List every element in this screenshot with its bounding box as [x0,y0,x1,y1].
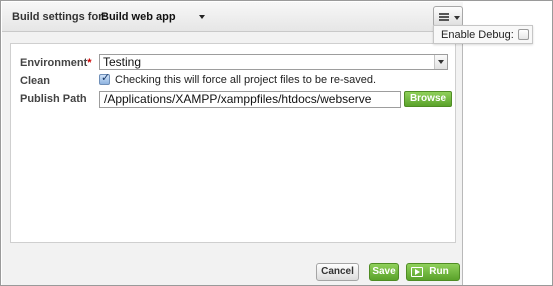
clean-checkbox[interactable]: ✓ [99,71,111,85]
dialog-footer: Cancel Save Run [2,257,463,285]
required-marker: * [87,57,92,69]
run-button[interactable]: Run [406,263,460,281]
app-frame: Build settings for: Build web app Enviro… [0,0,553,286]
run-label: Run [429,266,449,277]
cancel-button[interactable]: Cancel [316,263,359,281]
publish-path-input[interactable]: /Applications/XAMPP/xamppfiles/htdocs/we… [99,91,401,108]
build-target-value: Build web app [101,11,176,23]
publish-path-label: Publish Path [20,93,87,105]
chevron-down-icon [454,16,460,20]
build-target-select[interactable]: Build web app [101,11,205,23]
dialog-header: Build settings for: Build web app [2,2,463,32]
menu-button[interactable] [433,6,463,27]
environment-value: Testing [103,55,142,69]
environment-label: Environment* [20,57,92,69]
build-settings-dialog: Build settings for: Build web app Enviro… [2,2,463,285]
list-menu-icon [439,13,449,21]
chevron-down-icon [199,15,205,19]
environment-label-text: Environment [20,57,88,69]
dropdown-arrow-icon [434,55,447,69]
clean-label: Clean [20,75,50,87]
save-button[interactable]: Save [369,263,399,281]
enable-debug-checkbox[interactable] [518,29,529,40]
play-icon [411,267,423,277]
build-settings-label: Build settings for: [12,11,107,23]
clean-description: Checking this will force all project fil… [115,74,377,86]
checkmark-icon: ✓ [101,71,111,84]
browse-button[interactable]: Browse [404,91,452,107]
settings-panel: Environment* Testing Clean ✓ Checking th… [10,43,456,243]
environment-select[interactable]: Testing [99,54,448,70]
debug-popover: Enable Debug: [433,25,533,44]
enable-debug-label: Enable Debug: [441,29,514,41]
